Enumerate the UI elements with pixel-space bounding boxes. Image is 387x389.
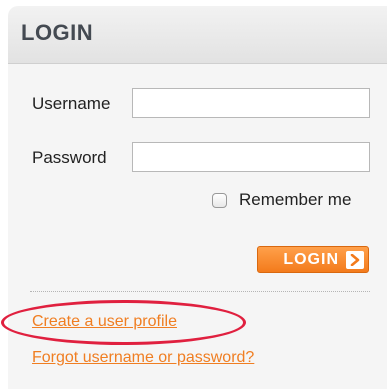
login-button[interactable]: LOGIN [257,246,369,273]
login-panel: LOGIN Username Password Remember me LOGI… [0,0,387,389]
chevron-right-icon [346,250,364,269]
username-input[interactable] [132,88,370,118]
remember-me-checkbox[interactable] [212,192,227,208]
divider [30,291,370,292]
forgot-credentials-link[interactable]: Forgot username or password? [32,349,254,367]
remember-me-label[interactable]: Remember me [239,190,351,210]
password-input[interactable] [132,142,370,172]
username-label: Username [32,94,111,113]
remember-me-row[interactable]: Remember me [212,190,351,210]
panel-title: LOGIN [21,20,94,45]
panel-header: LOGIN [8,6,387,64]
login-button-label: LOGIN [283,250,339,268]
password-label: Password [32,148,107,167]
create-user-profile-link[interactable]: Create a user profile [32,313,177,331]
